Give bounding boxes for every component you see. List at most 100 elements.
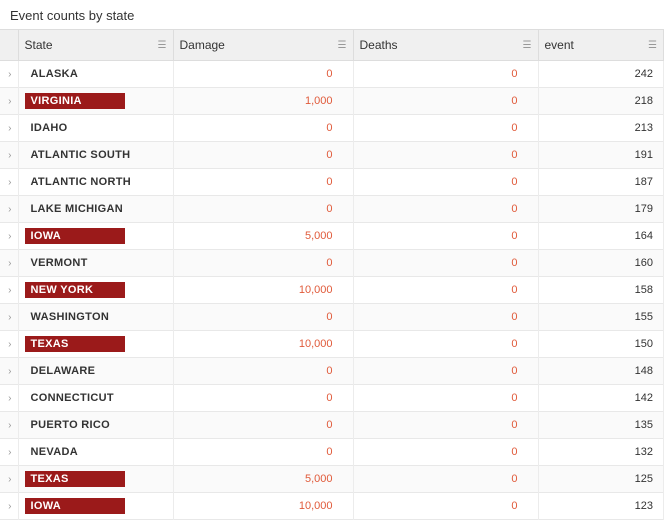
state-label: ALASKA (25, 66, 85, 82)
damage-cell: 0 (173, 358, 353, 385)
event-col-header[interactable]: event ☰ (538, 30, 664, 61)
row-expand-chevron[interactable]: › (0, 88, 18, 115)
damage-filter-icon[interactable]: ☰ (338, 40, 347, 51)
row-expand-chevron[interactable]: › (0, 358, 18, 385)
deaths-cell: 0 (353, 304, 538, 331)
table-row: › WASHINGTON 0 0 155 (0, 304, 664, 331)
state-filter-icon[interactable]: ☰ (158, 40, 167, 51)
event-cell: 123 (538, 493, 664, 520)
state-label: IDAHO (25, 120, 74, 136)
deaths-col-header[interactable]: Deaths ☰ (353, 30, 538, 61)
deaths-cell: 0 (353, 169, 538, 196)
damage-value: 5,000 (305, 230, 333, 242)
table-row: › TEXAS 10,000 0 150 (0, 331, 664, 358)
deaths-value: 0 (511, 473, 517, 485)
event-value: 179 (635, 203, 653, 215)
state-cell: DELAWARE (18, 358, 173, 385)
row-expand-chevron[interactable]: › (0, 142, 18, 169)
damage-cell: 0 (173, 196, 353, 223)
row-expand-chevron[interactable]: › (0, 61, 18, 88)
row-expand-chevron[interactable]: › (0, 385, 18, 412)
deaths-value: 0 (511, 365, 517, 377)
row-expand-chevron[interactable]: › (0, 466, 18, 493)
deaths-cell: 0 (353, 250, 538, 277)
deaths-value: 0 (511, 257, 517, 269)
event-value: 242 (635, 68, 653, 80)
state-cell: NEVADA (18, 439, 173, 466)
damage-value: 0 (326, 311, 332, 323)
damage-value: 0 (326, 176, 332, 188)
event-cell: 125 (538, 466, 664, 493)
deaths-value: 0 (511, 176, 517, 188)
deaths-value: 0 (511, 68, 517, 80)
damage-col-header[interactable]: Damage ☰ (173, 30, 353, 61)
event-cell: 158 (538, 277, 664, 304)
table-row: › IDAHO 0 0 213 (0, 115, 664, 142)
damage-cell: 0 (173, 142, 353, 169)
state-cell: TEXAS (18, 331, 173, 358)
state-label: DELAWARE (25, 363, 102, 379)
deaths-value: 0 (511, 122, 517, 134)
damage-value: 10,000 (299, 500, 333, 512)
row-expand-chevron[interactable]: › (0, 439, 18, 466)
state-col-header[interactable]: State ☰ (18, 30, 173, 61)
deaths-cell: 0 (353, 412, 538, 439)
deaths-filter-icon[interactable]: ☰ (523, 40, 532, 51)
event-value: 123 (635, 500, 653, 512)
event-value: 155 (635, 311, 653, 323)
damage-value: 0 (326, 365, 332, 377)
damage-value: 0 (326, 419, 332, 431)
damage-cell: 10,000 (173, 277, 353, 304)
state-cell: ALASKA (18, 61, 173, 88)
deaths-value: 0 (511, 230, 517, 242)
state-cell: LAKE MICHIGAN (18, 196, 173, 223)
event-value: 135 (635, 419, 653, 431)
event-cell: 135 (538, 412, 664, 439)
event-value: 160 (635, 257, 653, 269)
table-container: State ☰ Damage ☰ Deaths ☰ (0, 29, 664, 520)
row-expand-chevron[interactable]: › (0, 169, 18, 196)
deaths-cell: 0 (353, 115, 538, 142)
event-cell: 142 (538, 385, 664, 412)
state-label: PUERTO RICO (25, 417, 117, 433)
row-expand-chevron[interactable]: › (0, 196, 18, 223)
table-row: › LAKE MICHIGAN 0 0 179 (0, 196, 664, 223)
expand-col-header (0, 30, 18, 61)
event-cell: 164 (538, 223, 664, 250)
damage-cell: 1,000 (173, 88, 353, 115)
state-label: ATLANTIC NORTH (25, 174, 138, 190)
damage-value: 1,000 (305, 95, 333, 107)
event-value: 187 (635, 176, 653, 188)
damage-cell: 0 (173, 439, 353, 466)
row-expand-chevron[interactable]: › (0, 412, 18, 439)
damage-cell: 0 (173, 412, 353, 439)
state-cell: ATLANTIC NORTH (18, 169, 173, 196)
event-value: 142 (635, 392, 653, 404)
row-expand-chevron[interactable]: › (0, 223, 18, 250)
damage-cell: 0 (173, 115, 353, 142)
event-cell: 187 (538, 169, 664, 196)
damage-value: 10,000 (299, 284, 333, 296)
state-cell: TEXAS (18, 466, 173, 493)
deaths-value: 0 (511, 500, 517, 512)
row-expand-chevron[interactable]: › (0, 277, 18, 304)
deaths-cell: 0 (353, 358, 538, 385)
row-expand-chevron[interactable]: › (0, 115, 18, 142)
table-row: › ALASKA 0 0 242 (0, 61, 664, 88)
deaths-cell: 0 (353, 493, 538, 520)
row-expand-chevron[interactable]: › (0, 304, 18, 331)
damage-cell: 0 (173, 304, 353, 331)
event-cell: 150 (538, 331, 664, 358)
event-cell: 218 (538, 88, 664, 115)
state-label: LAKE MICHIGAN (25, 201, 130, 217)
damage-cell: 10,000 (173, 331, 353, 358)
row-expand-chevron[interactable]: › (0, 493, 18, 520)
damage-value: 0 (326, 257, 332, 269)
deaths-value: 0 (511, 338, 517, 350)
event-filter-icon[interactable]: ☰ (648, 40, 657, 51)
damage-value: 5,000 (305, 473, 333, 485)
row-expand-chevron[interactable]: › (0, 331, 18, 358)
row-expand-chevron[interactable]: › (0, 250, 18, 277)
table-row: › IOWA 5,000 0 164 (0, 223, 664, 250)
table-row: › VIRGINIA 1,000 0 218 (0, 88, 664, 115)
